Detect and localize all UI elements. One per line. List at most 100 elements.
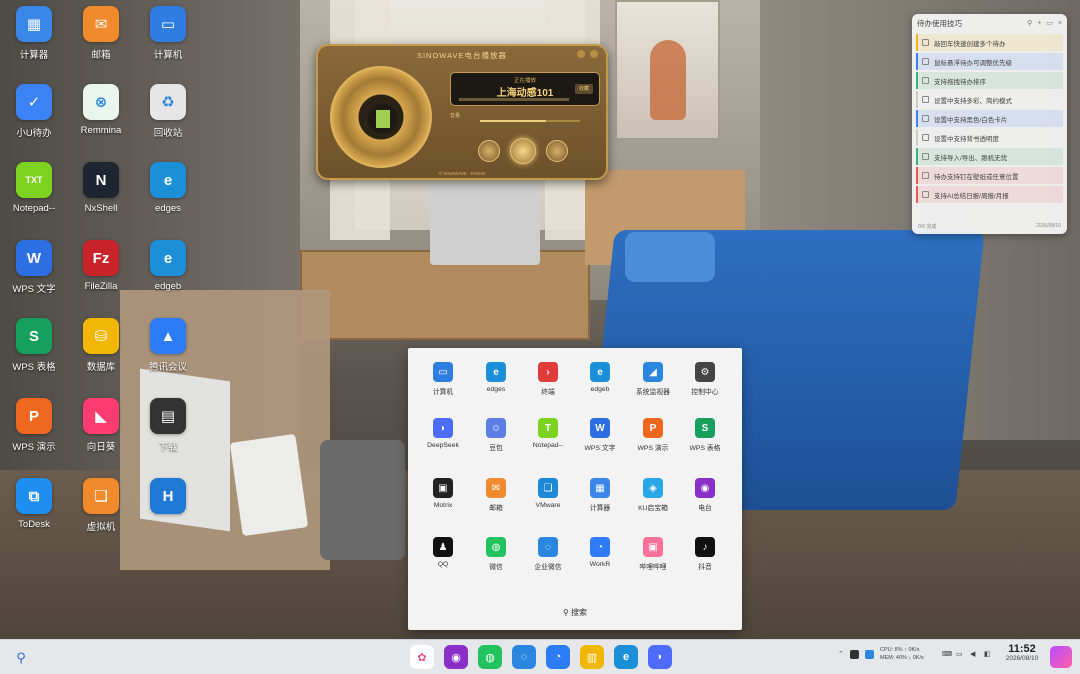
notification-icon[interactable]: ◧ <box>984 650 991 658</box>
todo-item[interactable]: 设置中支持黑色/白色卡片 <box>916 110 1063 127</box>
todo-checkbox[interactable] <box>922 39 929 46</box>
todo-add-icon[interactable]: + <box>1037 20 1041 27</box>
radio-close-button[interactable] <box>590 50 598 58</box>
tray-expand-icon[interactable]: ⌃ <box>838 650 844 658</box>
todo-checkbox[interactable] <box>922 58 929 65</box>
radio-minimize-button[interactable] <box>577 50 585 58</box>
start-menu-app[interactable]: ▣ 哔哩哔哩 <box>628 537 678 587</box>
todo-checkbox[interactable] <box>922 153 929 160</box>
start-menu-app[interactable]: S WPS 表格 <box>680 418 730 468</box>
start-menu-app[interactable]: ♟ QQ <box>418 537 468 587</box>
workr-icon[interactable]: ◔ <box>546 645 570 669</box>
radio-frequency-bar[interactable] <box>459 98 569 101</box>
desktop-icon[interactable]: W WPS 文字 <box>1 240 67 318</box>
tray-app-icon[interactable] <box>850 650 859 659</box>
start-menu-app[interactable]: e edgeb <box>575 362 625 412</box>
desktop-icon[interactable]: ✓ 小U待办 <box>1 84 67 162</box>
start-menu-app[interactable]: ◍ 微信 <box>471 537 521 587</box>
todo-close-icon[interactable]: × <box>1058 20 1062 27</box>
radio-volume-control[interactable]: 音量 <box>450 112 600 130</box>
desktop-icon[interactable]: ⛁ 数据库 <box>68 318 134 396</box>
start-menu-app[interactable]: › 终端 <box>523 362 573 412</box>
desktop-icon[interactable]: ▦ 计算器 <box>1 6 67 84</box>
desktop-icon[interactable]: e edgeb <box>135 240 201 318</box>
battery-icon[interactable]: ▭ <box>956 650 963 658</box>
start-menu-app[interactable]: ▦ 计算器 <box>575 478 625 528</box>
todo-minimize-icon[interactable]: ▭ <box>1046 19 1053 27</box>
todo-item[interactable]: 待办支持钉在壁纸或任意位置 <box>916 167 1063 184</box>
todo-item[interactable]: 设置中支持背书透明度 <box>916 129 1063 146</box>
assistant-icon[interactable] <box>1050 646 1072 668</box>
todo-checkbox[interactable] <box>922 115 929 122</box>
todo-item[interactable]: 支持导入/导出、跟机无忧 <box>916 148 1063 165</box>
start-menu-app[interactable]: ◉ 电台 <box>680 478 730 528</box>
system-monitor-readout[interactable]: CPU: 8% ↑ 0K/s MEM: 40% ↓ 0K/s <box>880 646 924 662</box>
todo-checkbox[interactable] <box>922 172 929 179</box>
start-menu-app[interactable]: W WPS 文字 <box>575 418 625 468</box>
desktop-icon[interactable]: e edges <box>135 162 201 240</box>
desktop-icon[interactable]: ⧉ ToDesk <box>1 478 67 556</box>
start-menu-app[interactable]: ◔ WorkR <box>575 537 625 587</box>
start-menu-app[interactable]: ▭ 计算机 <box>418 362 468 412</box>
desktop-icon[interactable]: N NxShell <box>68 162 134 240</box>
wecom-icon[interactable]: ◌ <box>512 645 536 669</box>
todo-checkbox[interactable] <box>922 77 929 84</box>
start-menu-app[interactable]: ◌ 企业微信 <box>523 537 573 587</box>
start-menu-app[interactable]: ☺ 豆包 <box>471 418 521 468</box>
desktop-icon[interactable]: P WPS 演示 <box>1 398 67 476</box>
todo-item[interactable]: 设置中支持多彩、简约模式 <box>916 91 1063 108</box>
start-menu-app[interactable]: T Notepad-- <box>523 418 573 468</box>
launcher-icon[interactable]: ✿ <box>410 645 434 669</box>
desktop-icon[interactable]: ▭ 计算机 <box>135 6 201 84</box>
desktop-icon[interactable]: H <box>135 478 201 556</box>
start-menu-app[interactable]: ✉ 邮箱 <box>471 478 521 528</box>
start-menu-app[interactable]: ◗ DeepSeek <box>418 418 468 468</box>
start-menu-app[interactable]: ❏ VMware <box>523 478 573 528</box>
podcast-icon[interactable]: ◉ <box>444 645 468 669</box>
start-menu-app[interactable]: ◢ 系统监视器 <box>628 362 678 412</box>
start-menu-app[interactable]: ▣ Motrix <box>418 478 468 528</box>
taskbar-clock[interactable]: 11:52 2026/08/10 <box>1000 643 1044 662</box>
start-menu-app[interactable]: P WPS 演示 <box>628 418 678 468</box>
desktop-icon[interactable]: S WPS 表格 <box>1 318 67 396</box>
desktop-icon[interactable]: ♻ 回收站 <box>135 84 201 162</box>
desktop-icon[interactable]: ❏ 虚拟机 <box>68 478 134 556</box>
start-menu-app[interactable]: e edges <box>471 362 521 412</box>
todo-checkbox[interactable] <box>922 134 929 141</box>
keyboard-icon[interactable]: ⌨ <box>942 650 952 658</box>
radio-prev-button[interactable] <box>478 140 500 162</box>
todo-item[interactable]: 鼠标悬浮待办可调整优先级 <box>916 53 1063 70</box>
todo-widget[interactable]: 待办使用技巧 ⚲ + ▭ × 敲回车快速创建多个待办 鼠标悬浮待办可调整优先级 支持… <box>912 14 1067 234</box>
todo-checkbox[interactable] <box>922 96 929 103</box>
radio-volume-slider[interactable] <box>480 120 580 122</box>
wechat-icon[interactable]: ◍ <box>478 645 502 669</box>
desktop-icon[interactable]: ✉ 邮箱 <box>68 6 134 84</box>
todo-item[interactable]: 支持AI总结日报/周报/月报 <box>916 186 1063 203</box>
start-menu-search[interactable]: ⚲ 搜索 <box>408 607 742 618</box>
start-menu-app[interactable]: ⚙ 控制中心 <box>680 362 730 412</box>
todo-item[interactable]: 支持拖拽待办排序 <box>916 72 1063 89</box>
taskbar-search-button[interactable]: ⚲ <box>10 647 32 669</box>
radio-player-widget[interactable]: SINOWAVE电台播放器 正在播放 上海动感101 收藏 音量 © SINOW… <box>316 44 608 180</box>
radio-favorite-button[interactable]: 收藏 <box>575 84 593 94</box>
radio-play-button[interactable] <box>510 138 536 164</box>
desktop-icon[interactable]: Fz FileZilla <box>68 240 134 318</box>
desktop-icon[interactable]: ◣ 向日葵 <box>68 398 134 476</box>
tray-network-icon[interactable] <box>865 650 874 659</box>
desktop-icon[interactable]: ▲ 腾讯会议 <box>135 318 201 396</box>
deepseek-icon[interactable]: ◗ <box>648 645 672 669</box>
radio-tuning-dial[interactable] <box>330 66 432 168</box>
edge-icon: e <box>486 362 506 382</box>
start-menu-app[interactable]: ◈ KU启宝箱 <box>628 478 678 528</box>
store-icon[interactable]: ▥ <box>580 645 604 669</box>
todo-checkbox[interactable] <box>922 191 929 198</box>
desktop-icon[interactable]: ▤ 下载 <box>135 398 201 476</box>
desktop-icon[interactable]: ⊗ Remmina <box>68 84 134 162</box>
radio-next-button[interactable] <box>546 140 568 162</box>
edge-icon[interactable]: e <box>614 645 638 669</box>
todo-item[interactable]: 敲回车快速创建多个待办 <box>916 34 1063 51</box>
desktop-icon[interactable]: TXT Notepad-- <box>1 162 67 240</box>
todo-pin-icon[interactable]: ⚲ <box>1027 19 1032 27</box>
start-menu-app[interactable]: ♪ 抖音 <box>680 537 730 587</box>
volume-icon[interactable]: ◀ <box>970 650 975 658</box>
